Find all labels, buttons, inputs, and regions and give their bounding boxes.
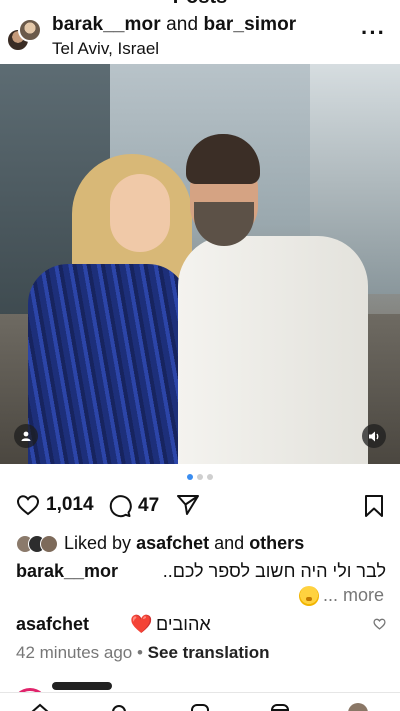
comments-count[interactable]: 47 (138, 495, 159, 517)
photo-subject-woman-dress (28, 264, 188, 464)
liked-by-prefix: Liked by (64, 533, 132, 553)
search-icon[interactable] (110, 703, 130, 711)
authors-and: and (166, 14, 199, 35)
share-button[interactable] (176, 494, 200, 516)
post-header: barak__mor and bar_simor Tel Aviv, Israe… (0, 12, 400, 60)
page-title: Posts (0, 0, 400, 9)
post-actions: 1,014 47 (0, 492, 400, 522)
caption-text: לבר ולי היה חשוב לספר לכם.. (162, 561, 386, 581)
create-post-icon[interactable] (190, 703, 210, 711)
post-photo[interactable] (0, 64, 400, 464)
carousel-dot (207, 474, 213, 480)
top-comment: asafchet ❤️ אהובים (16, 614, 386, 638)
carousel-dot-active (187, 474, 193, 480)
red-heart-emoji-icon: ❤️ (130, 614, 153, 634)
liked-by-avatars (16, 534, 62, 554)
liked-by-row[interactable]: Liked by asafchet and others (16, 533, 304, 554)
comment-button[interactable]: 47 (108, 494, 159, 518)
like-button[interactable]: 1,014 (16, 494, 94, 516)
profile-avatar-icon[interactable] (348, 703, 368, 711)
liked-by-others[interactable]: others (249, 533, 304, 554)
tagged-people-icon[interactable] (14, 424, 38, 448)
meta-separator: • (136, 643, 143, 662)
photo-subject-woman-face (110, 174, 170, 252)
reels-icon[interactable] (270, 703, 290, 711)
bottom-tab-bar (0, 692, 400, 711)
carousel-dot (197, 474, 203, 480)
shushing-face-emoji-icon (298, 585, 319, 606)
photo-subject-man-shirt (178, 236, 368, 464)
comment-text: אהובים (156, 614, 211, 634)
sound-icon[interactable] (362, 424, 386, 448)
author-username-2[interactable]: bar_simor (204, 14, 297, 35)
avatar (40, 534, 58, 553)
heart-icon (16, 495, 40, 516)
home-icon[interactable] (30, 703, 50, 711)
comment-like-heart-icon[interactable] (373, 618, 386, 630)
send-icon (177, 495, 199, 515)
caption-more-link[interactable]: ... more (323, 585, 384, 606)
next-post-username[interactable] (52, 682, 112, 690)
comment-icon (109, 495, 132, 518)
post-authors: barak__mor and bar_simor (52, 14, 296, 36)
carousel-indicator (0, 474, 400, 480)
bookmark-icon (365, 495, 383, 517)
avatar[interactable] (18, 18, 42, 42)
bookmark-button[interactable] (364, 494, 384, 523)
see-translation-link[interactable]: See translation (148, 643, 270, 662)
post-meta: 42 minutes ago • See translation (16, 643, 270, 663)
author-username-1[interactable]: barak__mor (52, 14, 161, 35)
liked-by-user[interactable]: asafchet (136, 533, 209, 554)
caption-username[interactable]: barak__mor (16, 561, 118, 582)
likes-count[interactable]: 1,014 (46, 494, 94, 516)
caption: barak__mor לבר ולי היה חשוב לספר לכם.. (16, 561, 386, 585)
caption-continuation: ... more (298, 585, 384, 606)
comment-username[interactable]: asafchet (16, 614, 89, 635)
post-location[interactable]: Tel Aviv, Israel (52, 39, 159, 59)
collab-avatars[interactable] (6, 18, 42, 52)
liked-by-and: and (214, 533, 245, 553)
post-timestamp: 42 minutes ago (16, 643, 133, 662)
photo-subject-man-hair (186, 134, 260, 184)
more-horizontal-icon[interactable]: ··· (361, 22, 386, 44)
